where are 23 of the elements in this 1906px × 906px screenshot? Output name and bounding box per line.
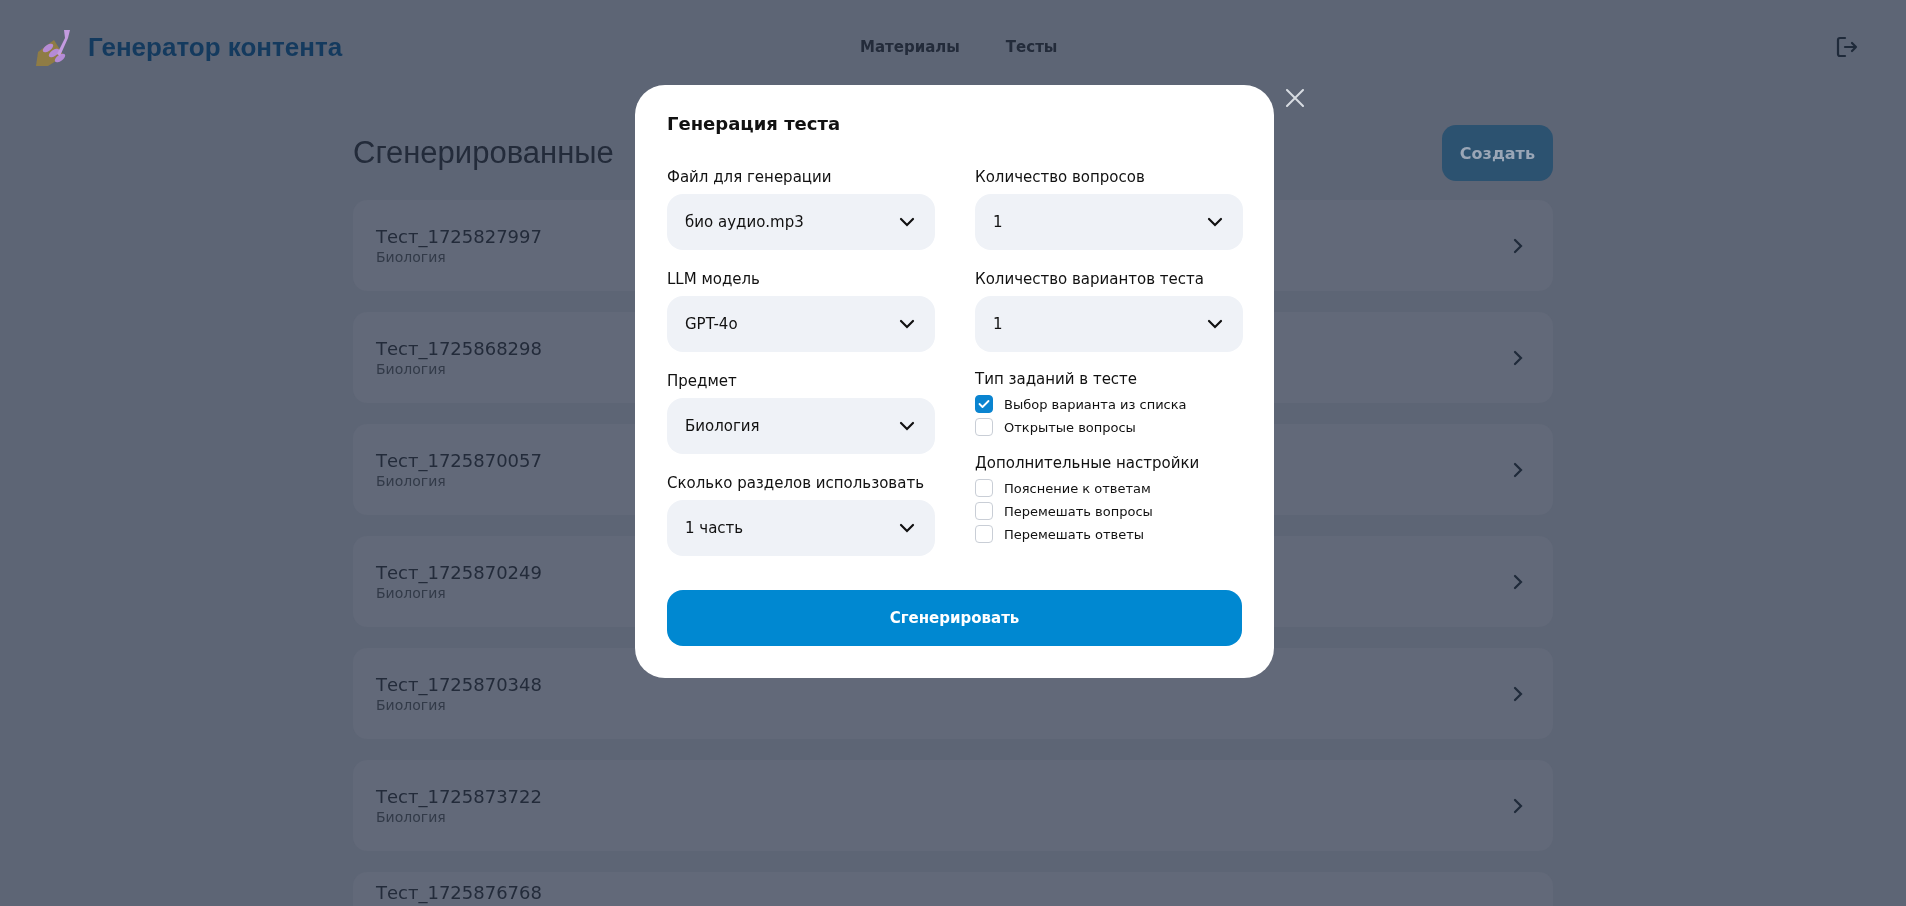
field-label: Количество вопросов (975, 168, 1146, 186)
test-name: Тест_1725870057 (376, 450, 542, 471)
field-label: Предмет (667, 372, 738, 390)
field-label: LLM модель (667, 270, 761, 288)
checkbox-label: Выбор варианта из списка (1004, 396, 1187, 412)
field-label: Файл для генерации (667, 168, 833, 186)
checkbox-label: Открытые вопросы (1004, 419, 1136, 435)
test-name: Тест_1725876768 (376, 882, 542, 903)
group-label: Тип заданий в тесте (975, 370, 1139, 388)
checkbox-label: Перемешать вопросы (1004, 503, 1153, 519)
checkbox-label: Перемешать ответы (1004, 526, 1145, 542)
app-title: Генератор контента (88, 31, 343, 63)
page-title: Сгенерированные (353, 135, 614, 171)
dialog-title: Генерация теста (667, 113, 842, 134)
test-name: Тест_1725868298 (376, 338, 542, 359)
group-label: Дополнительные настройки (975, 454, 1201, 472)
field-label: Сколько разделов использовать (667, 474, 925, 492)
checkbox-label: Пояснение к ответам (1004, 480, 1151, 496)
test-name: Тест_1725870249 (376, 562, 542, 583)
test-name: Тест_1725827997 (376, 226, 542, 247)
test-name: Тест_1725873722 (376, 786, 542, 807)
field-label: Количество вариантов теста (975, 270, 1205, 288)
test-name: Тест_1725870348 (376, 674, 542, 695)
